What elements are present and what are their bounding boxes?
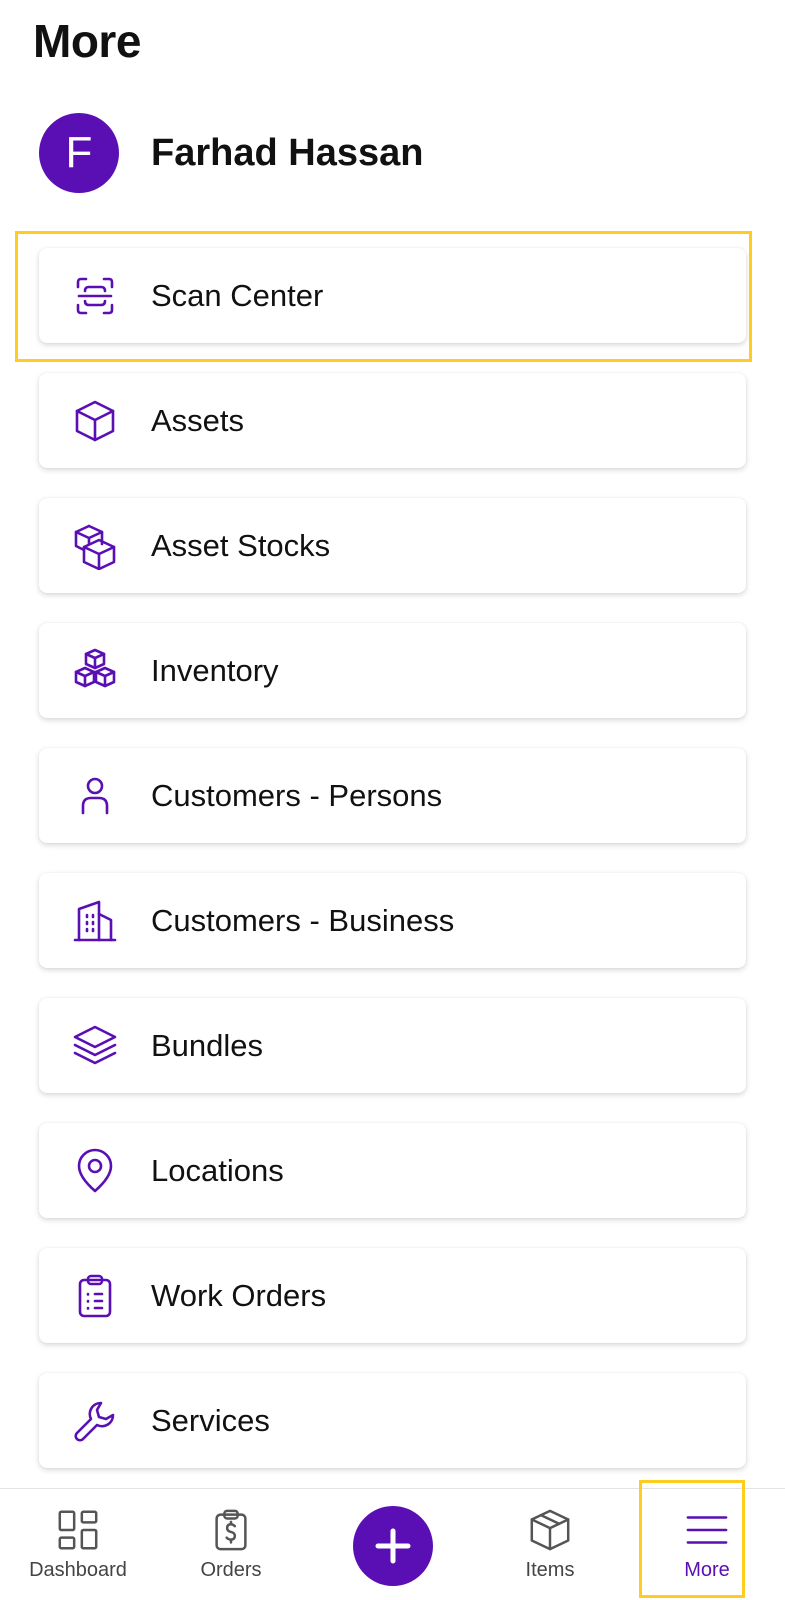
plus-icon (375, 1528, 411, 1564)
hamburger-icon (686, 1516, 728, 1544)
add-button[interactable] (353, 1506, 433, 1586)
person-icon (71, 772, 119, 820)
nav-label: Orders (200, 1559, 262, 1581)
wrench-icon (71, 1397, 119, 1445)
building-icon (71, 897, 119, 945)
nav-label: Dashboard (29, 1559, 127, 1581)
nav-label: Items (525, 1559, 575, 1581)
stacked-boxes-icon (71, 522, 119, 570)
menu-item-customers-business[interactable]: Customers - Business (39, 873, 746, 968)
menu-item-label: Customers - Persons (151, 777, 443, 813)
orders-icon (215, 1509, 247, 1551)
scan-icon (71, 272, 119, 320)
nav-orders[interactable]: Orders (161, 1489, 301, 1600)
location-pin-icon (71, 1147, 119, 1195)
menu-item-bundles[interactable]: Bundles (39, 998, 746, 1093)
menu-item-label: Work Orders (151, 1277, 327, 1313)
menu-item-assets[interactable]: Assets (39, 373, 746, 468)
dashboard-icon (58, 1510, 98, 1550)
nav-label: More (684, 1559, 730, 1581)
more-menu-list[interactable]: Scan Center Assets Asset Stocks Inventor… (0, 0, 785, 1488)
menu-item-scan-center[interactable]: Scan Center (39, 248, 746, 343)
menu-item-customers-persons[interactable]: Customers - Persons (39, 748, 746, 843)
nav-items[interactable]: Items (480, 1489, 620, 1600)
clipboard-icon (71, 1272, 119, 1320)
nav-dashboard[interactable]: Dashboard (8, 1489, 148, 1600)
menu-item-inventory[interactable]: Inventory (39, 623, 746, 718)
box-icon (71, 397, 119, 445)
menu-item-label: Inventory (151, 652, 279, 688)
menu-item-label: Assets (151, 402, 245, 438)
menu-item-locations[interactable]: Locations (39, 1123, 746, 1218)
menu-item-asset-stocks[interactable]: Asset Stocks (39, 498, 746, 593)
menu-item-services[interactable]: Services (39, 1373, 746, 1468)
nav-more[interactable]: More (637, 1489, 777, 1600)
menu-item-label: Services (151, 1402, 270, 1438)
menu-item-label: Bundles (151, 1027, 264, 1063)
menu-item-label: Asset Stocks (151, 527, 331, 563)
menu-item-label: Scan Center (151, 277, 324, 313)
boxes-pyramid-icon (71, 647, 119, 695)
menu-item-label: Locations (151, 1152, 284, 1188)
menu-item-label: Customers - Business (151, 902, 455, 938)
box-icon (530, 1509, 570, 1551)
layers-icon (71, 1022, 119, 1070)
menu-item-work-orders[interactable]: Work Orders (39, 1248, 746, 1343)
bottom-navigation: Dashboard Orders Items More (0, 1488, 785, 1600)
